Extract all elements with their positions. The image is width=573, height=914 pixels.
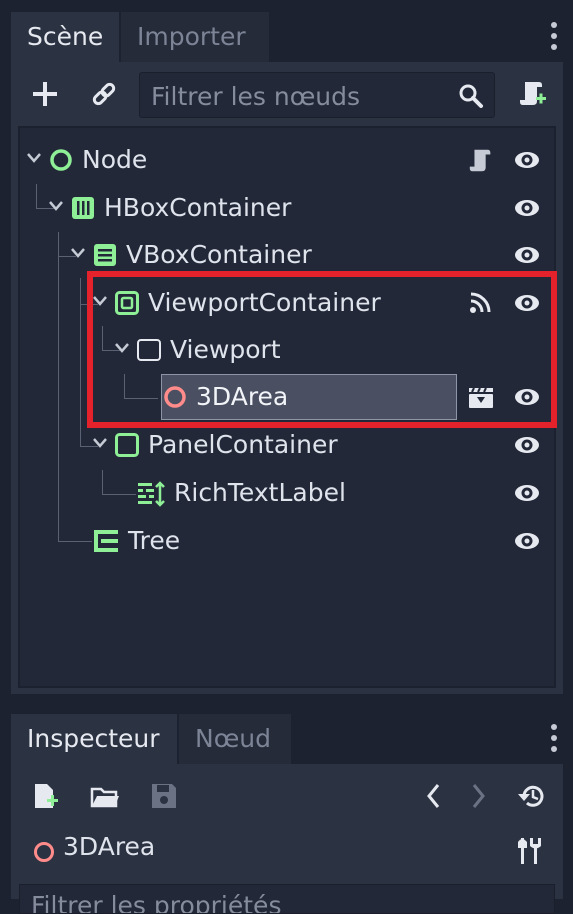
tree-item-panelcontainer[interactable]: PanelContainer: [20, 422, 554, 468]
attach-script-button[interactable]: [516, 78, 548, 110]
tab-inspecteur[interactable]: Inspecteur: [11, 714, 177, 764]
history-back-icon[interactable]: [424, 782, 444, 810]
kebab-menu-icon[interactable]: [549, 22, 559, 52]
plus-icon: [33, 82, 57, 106]
node-circle-red-icon: [34, 842, 54, 862]
tree-item-viewportcontainer[interactable]: ViewportContainer: [20, 280, 554, 326]
history-icon[interactable]: [516, 782, 546, 810]
visibility-eye-icon[interactable]: [513, 147, 541, 173]
rich-text-label-icon: [138, 481, 165, 507]
viewport-icon: [137, 339, 161, 361]
viewport-container-icon: [115, 291, 139, 315]
vbox-icon: [94, 244, 116, 266]
node-circle-red-icon: [164, 386, 186, 408]
tab-importer[interactable]: Importer: [121, 12, 269, 62]
tree-item-label: Node: [82, 145, 148, 174]
history-forward-icon[interactable]: [468, 782, 488, 810]
scene-tree[interactable]: Node HBoxContainer VBoxContainer Viewpor…: [18, 126, 556, 688]
chevron-down-icon[interactable]: [92, 294, 108, 308]
visibility-eye-icon[interactable]: [513, 528, 541, 554]
script-icon[interactable]: [467, 147, 495, 175]
tools-icon[interactable]: [516, 836, 544, 866]
tree-item-label: Viewport: [170, 335, 281, 364]
save-icon[interactable]: [150, 782, 178, 810]
chevron-down-icon[interactable]: [26, 151, 42, 165]
filter-properties-placeholder: Filtrer les propriétés: [31, 891, 282, 914]
script-add-icon: [520, 82, 546, 105]
tree-item-label: ViewportContainer: [148, 288, 381, 317]
tree-icon: [94, 530, 118, 552]
tree-item-tree[interactable]: Tree: [20, 518, 554, 564]
signal-icon[interactable]: [467, 290, 493, 316]
tab-noeud[interactable]: Nœud: [179, 714, 291, 764]
visibility-eye-icon[interactable]: [513, 384, 541, 410]
hbox-icon: [72, 197, 94, 219]
new-resource-icon[interactable]: [32, 782, 60, 810]
clapperboard-icon[interactable]: [467, 384, 495, 410]
chevron-down-icon[interactable]: [114, 341, 130, 355]
add-node-button[interactable]: [29, 78, 61, 110]
tree-item-viewport[interactable]: Viewport: [20, 327, 554, 373]
visibility-eye-icon[interactable]: [513, 242, 541, 268]
scene-dock: Scène Importer Filtrer les nœuds Node HB…: [11, 10, 563, 694]
filter-properties-field[interactable]: Filtrer les propriétés: [19, 884, 555, 914]
tree-item-label: RichTextLabel: [174, 478, 346, 507]
visibility-eye-icon[interactable]: [513, 290, 541, 316]
visibility-eye-icon[interactable]: [513, 432, 541, 458]
instance-scene-button[interactable]: [88, 78, 120, 110]
tree-item-node[interactable]: Node: [20, 137, 554, 183]
kebab-menu-icon[interactable]: [549, 724, 559, 754]
open-folder-icon[interactable]: [90, 784, 120, 810]
tree-item-label: PanelContainer: [148, 430, 338, 459]
selected-node-label: 3DArea: [63, 832, 156, 861]
search-icon: [459, 84, 483, 108]
chevron-down-icon[interactable]: [70, 246, 86, 260]
tree-item-label: 3DArea: [196, 382, 289, 411]
tree-item-hboxcontainer[interactable]: HBoxContainer: [20, 185, 554, 231]
tree-item-3darea[interactable]: 3DArea: [20, 374, 554, 420]
filter-nodes-field[interactable]: [139, 72, 495, 119]
panel-container-icon: [115, 433, 139, 457]
visibility-eye-icon[interactable]: [513, 480, 541, 506]
tree-item-label: VBoxContainer: [126, 240, 312, 269]
tab-scene[interactable]: Scène: [11, 12, 119, 62]
tree-item-label: HBoxContainer: [104, 193, 292, 222]
inspector-dock: Inspecteur Nœud 3DArea Filtrer les propr…: [11, 712, 563, 914]
chevron-down-icon[interactable]: [92, 436, 108, 450]
tree-item-vboxcontainer[interactable]: VBoxContainer: [20, 232, 554, 278]
chevron-down-icon[interactable]: [48, 199, 64, 213]
tree-item-richtextlabel[interactable]: RichTextLabel: [20, 470, 554, 516]
tree-item-label: Tree: [128, 526, 181, 555]
inspector-tabbar: Inspecteur Nœud: [11, 712, 563, 764]
filter-nodes-input[interactable]: [140, 73, 453, 119]
visibility-eye-icon[interactable]: [513, 195, 541, 221]
node-circle-icon: [50, 149, 72, 171]
scene-tabbar: Scène Importer: [11, 10, 563, 62]
link-icon: [92, 82, 116, 106]
